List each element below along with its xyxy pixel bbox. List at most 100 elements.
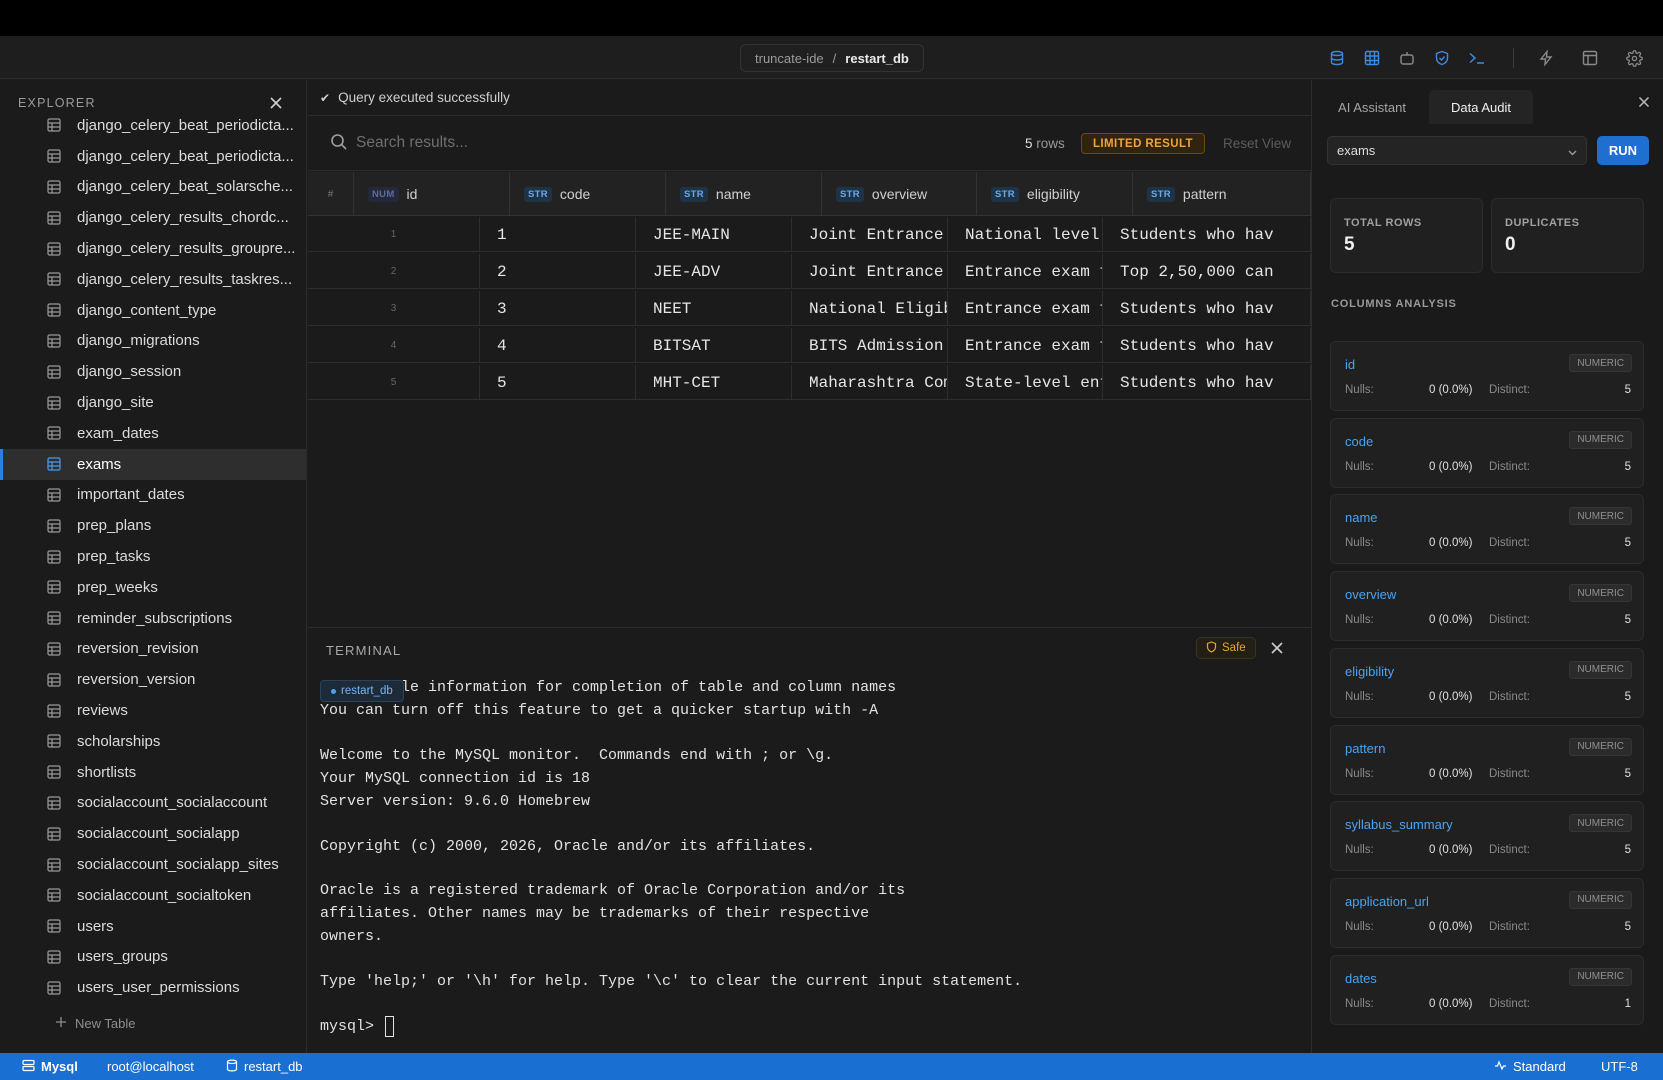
robot-icon[interactable]: [1397, 48, 1417, 68]
sidebar-item-table[interactable]: socialaccount_socialtoken: [0, 880, 306, 911]
gear-icon[interactable]: [1624, 48, 1644, 68]
column-analysis-card[interactable]: id NUMERIC Nulls: 0 (0.0%) Distinct: 5: [1330, 341, 1644, 411]
table-cell[interactable]: Students who hav: [1103, 328, 1311, 363]
sidebar-item-table[interactable]: reversion_revision: [0, 634, 306, 665]
sidebar-item-table[interactable]: reminder_subscriptions: [0, 603, 306, 634]
encoding-indicator[interactable]: UTF-8: [1601, 1053, 1638, 1080]
sidebar-item-table[interactable]: users_user_permissions: [0, 972, 306, 1003]
table-cell[interactable]: National Eligibi: [792, 291, 948, 326]
column-analysis-card[interactable]: overview NUMERIC Nulls: 0 (0.0%) Distinct: 5: [1330, 571, 1644, 642]
sidebar-item-table[interactable]: important_dates: [0, 480, 306, 511]
table-row[interactable]: 33NEETNational EligibiEntrance exam foSt…: [308, 291, 1311, 326]
grid-column-header[interactable]: STR eligibility: [977, 172, 1133, 216]
sidebar-item-table[interactable]: django_content_type: [0, 295, 306, 326]
tab-data-audit[interactable]: Data Audit: [1429, 90, 1533, 124]
table-cell[interactable]: JEE-ADV: [636, 254, 792, 289]
column-name[interactable]: syllabus_summary: [1345, 817, 1453, 832]
sidebar-item-table[interactable]: socialaccount_socialaccount: [0, 788, 306, 819]
table-cell[interactable]: JEE-MAIN: [636, 217, 792, 252]
column-name[interactable]: code: [1345, 434, 1373, 449]
column-name[interactable]: id: [1345, 357, 1355, 372]
database-icon[interactable]: [1327, 48, 1347, 68]
table-cell[interactable]: MHT-CET: [636, 365, 792, 400]
table-cell[interactable]: State-level entr: [948, 365, 1103, 400]
table-cell[interactable]: 5: [480, 365, 636, 400]
table-row[interactable]: 55MHT-CETMaharashtra CommState-level ent…: [308, 365, 1311, 400]
table-cell[interactable]: 1: [480, 217, 636, 252]
sidebar-item-table[interactable]: django_celery_beat_periodicta...: [0, 141, 306, 172]
sidebar-item-table[interactable]: reviews: [0, 695, 306, 726]
grid-column-header[interactable]: STR code: [510, 172, 666, 216]
engine-indicator[interactable]: Mysql: [22, 1053, 78, 1080]
column-analysis-card[interactable]: pattern NUMERIC Nulls: 0 (0.0%) Distinct: 5: [1330, 724, 1644, 795]
table-row[interactable]: 44BITSATBITS Admission TEntrance exam fo…: [308, 328, 1311, 363]
grid-column-header[interactable]: STR name: [666, 172, 822, 216]
close-icon[interactable]: [1636, 94, 1652, 110]
lightning-icon[interactable]: [1536, 48, 1556, 68]
search-results-input[interactable]: [356, 130, 916, 156]
column-analysis-card[interactable]: dates NUMERIC Nulls: 0 (0.0%) Distinct: 1: [1330, 954, 1644, 1025]
sidebar-item-table[interactable]: django_celery_results_chordc...: [0, 202, 306, 233]
sidebar-item-table[interactable]: prep_weeks: [0, 572, 306, 603]
run-audit-button[interactable]: RUN: [1597, 136, 1649, 165]
sidebar-item-table[interactable]: exams: [0, 448, 306, 480]
table-cell[interactable]: BITSAT: [636, 328, 792, 363]
table-row[interactable]: 22JEE-ADVJoint Entrance EEntrance exam f…: [308, 254, 1311, 289]
breadcrumb-project[interactable]: truncate-ide: [755, 51, 824, 66]
grid-column-header[interactable]: NUM id: [354, 172, 510, 216]
table-cell[interactable]: Students who hav: [1103, 217, 1311, 252]
table-cell[interactable]: Entrance exam fo: [948, 254, 1103, 289]
grid-column-header[interactable]: STR overview: [822, 172, 977, 216]
column-analysis-card[interactable]: code NUMERIC Nulls: 0 (0.0%) Distinct: 5: [1330, 417, 1644, 488]
column-analysis-card[interactable]: eligibility NUMERIC Nulls: 0 (0.0%) Distinct…: [1330, 647, 1644, 718]
sidebar-item-table[interactable]: django_session: [0, 356, 306, 387]
sidebar-item-table[interactable]: users_groups: [0, 942, 306, 973]
sidebar-item-table[interactable]: exam_dates: [0, 418, 306, 449]
sidebar-item-table[interactable]: django_migrations: [0, 326, 306, 357]
column-name[interactable]: overview: [1345, 587, 1396, 602]
table-cell[interactable]: Entrance exam fo: [948, 328, 1103, 363]
audit-table-select[interactable]: exams: [1327, 136, 1587, 165]
table-cell[interactable]: Top 2,50,000 can: [1103, 254, 1311, 289]
sidebar-item-table[interactable]: shortlists: [0, 757, 306, 788]
table-cell[interactable]: Joint Entrance E: [792, 254, 948, 289]
table-cell[interactable]: 3: [480, 291, 636, 326]
sidebar-item-table[interactable]: socialaccount_socialapp: [0, 818, 306, 849]
mode-indicator[interactable]: Standard: [1494, 1053, 1566, 1080]
table-cell[interactable]: 2: [480, 254, 636, 289]
shield-icon[interactable]: [1432, 48, 1452, 68]
table-cell[interactable]: BITS Admission T: [792, 328, 948, 363]
sidebar-item-table[interactable]: django_celery_beat_periodicta...: [0, 110, 306, 141]
column-name[interactable]: eligibility: [1345, 664, 1394, 679]
sidebar-item-table[interactable]: django_celery_results_groupre...: [0, 233, 306, 264]
column-analysis-card[interactable]: name NUMERIC Nulls: 0 (0.0%) Distinct: 5: [1330, 494, 1644, 565]
table-row[interactable]: 1 1 JEE-MAIN Joint Entrance E National level…: [308, 217, 1311, 252]
sidebar-item-table[interactable]: users: [0, 911, 306, 942]
sidebar-item-table[interactable]: prep_plans: [0, 510, 306, 541]
sidebar-item-table[interactable]: scholarships: [0, 726, 306, 757]
column-name[interactable]: name: [1345, 510, 1378, 525]
column-name[interactable]: application_url: [1345, 894, 1429, 909]
breadcrumb-database[interactable]: restart_db: [845, 51, 909, 66]
reset-view-button[interactable]: Reset View: [1223, 136, 1291, 151]
breadcrumb[interactable]: truncate-ide / restart_db: [740, 44, 924, 72]
column-name[interactable]: pattern: [1345, 741, 1385, 756]
connection-host[interactable]: root@localhost: [107, 1053, 194, 1080]
table-cell[interactable]: NEET: [636, 291, 792, 326]
table-icon[interactable]: [1362, 48, 1382, 68]
table-cell[interactable]: Students who hav: [1103, 291, 1311, 326]
terminal-icon[interactable]: [1467, 48, 1487, 68]
grid-column-header[interactable]: STR pattern: [1133, 172, 1311, 216]
column-analysis-card[interactable]: application_url NUMERIC Nulls: 0 (0.0%) Dist…: [1330, 877, 1644, 948]
sidebar-item-table[interactable]: socialaccount_socialapp_sites: [0, 849, 306, 880]
terminal-output[interactable]: le information for completion of table a…: [320, 676, 1300, 1038]
sidebar-item-table[interactable]: django_celery_results_taskres...: [0, 264, 306, 295]
table-cell[interactable]: 4: [480, 328, 636, 363]
safe-mode-badge[interactable]: Safe: [1196, 637, 1256, 659]
table-cell[interactable]: Joint Entrance E: [792, 217, 948, 252]
layout-icon[interactable]: [1580, 48, 1600, 68]
terminal-prompt-line[interactable]: mysql>: [320, 1015, 1300, 1038]
table-cell[interactable]: Maharashtra Comm: [792, 365, 948, 400]
sidebar-item-table[interactable]: django_celery_beat_solarsche...: [0, 172, 306, 203]
close-icon[interactable]: [1268, 639, 1286, 657]
